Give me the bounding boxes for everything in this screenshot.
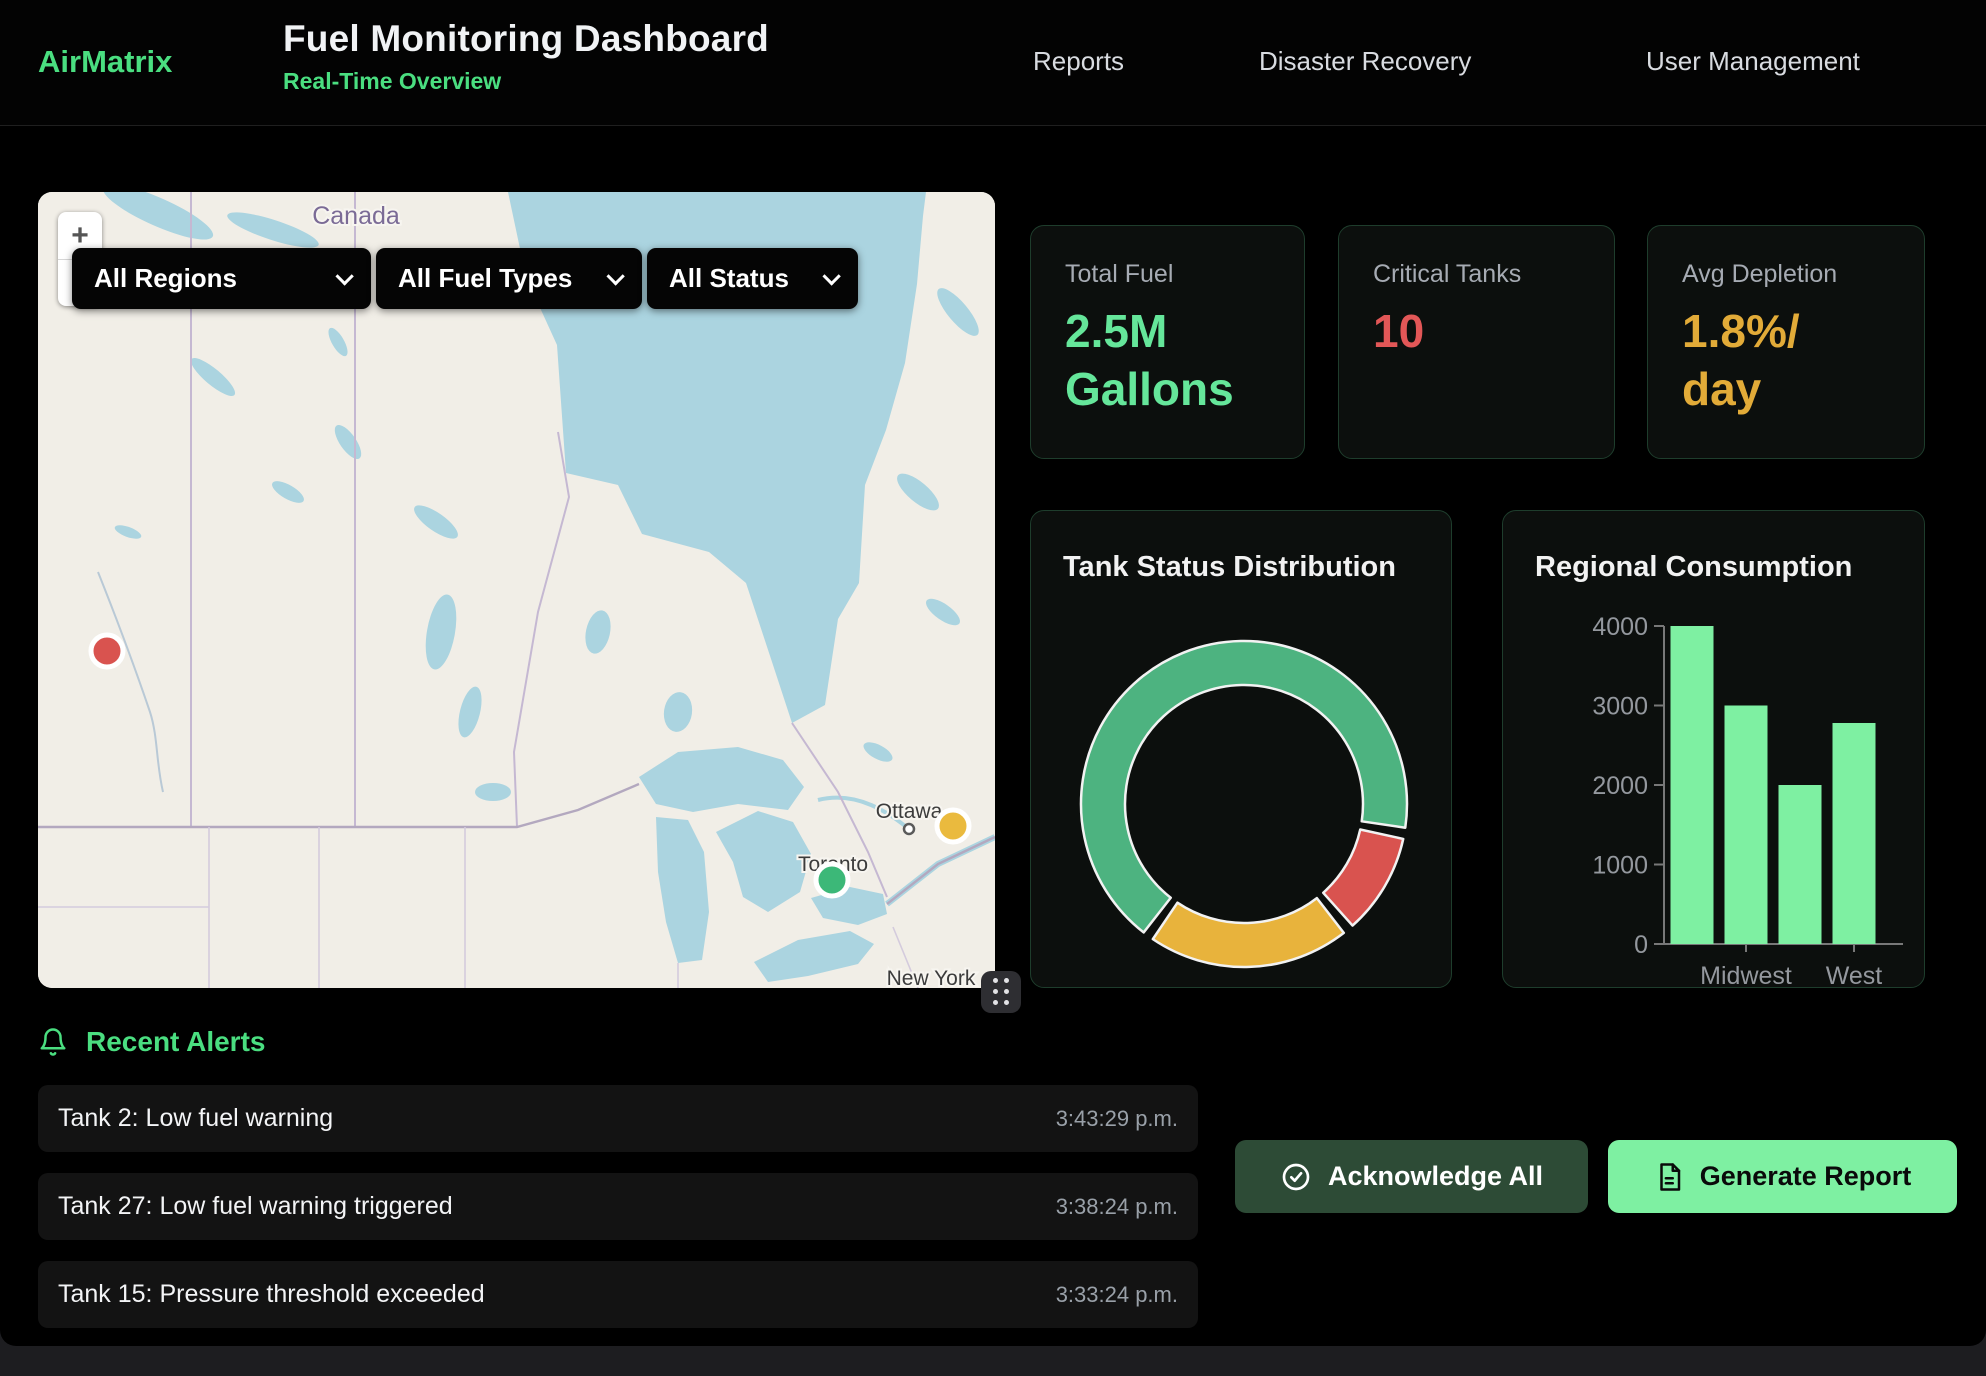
alert-row: Tank 27: Low fuel warning triggered 3:38… — [38, 1173, 1198, 1240]
page-title: Fuel Monitoring Dashboard — [283, 18, 769, 60]
stat-card-total-fuel: Total Fuel 2.5MGallons — [1030, 225, 1305, 459]
svg-text:Midwest: Midwest — [1700, 962, 1792, 989]
app-window: AirMatrix Fuel Monitoring Dashboard Real… — [0, 0, 1986, 1346]
check-circle-icon — [1280, 1161, 1312, 1193]
stat-value: 2.5MGallons — [1065, 303, 1270, 418]
stat-label: Total Fuel — [1065, 260, 1270, 289]
nav-reports[interactable]: Reports — [1033, 46, 1124, 77]
label-canada: Canada — [312, 202, 400, 230]
bar-chart-title: Regional Consumption — [1535, 551, 1852, 584]
status-filter-dropdown[interactable]: All Status — [647, 248, 858, 309]
brand-logo: AirMatrix — [38, 44, 172, 80]
region-filter-dropdown[interactable]: All Regions — [72, 248, 371, 309]
alerts-header: Recent Alerts — [38, 1026, 265, 1058]
donut-segment-warning — [1153, 898, 1344, 967]
alert-text: Tank 2: Low fuel warning — [58, 1104, 333, 1133]
bar-2 — [1779, 785, 1822, 944]
nav-disaster-recovery[interactable]: Disaster Recovery — [1259, 46, 1471, 77]
bar-chart-card: Regional Consumption 0 1000 2000 3000 4000 Mi… — [1502, 510, 1925, 988]
header: AirMatrix Fuel Monitoring Dashboard Real… — [0, 0, 1986, 126]
map[interactable]: Canada Ottawa Toronto New York + − All R… — [38, 192, 995, 988]
svg-text:4000: 4000 — [1592, 613, 1648, 641]
label-new-york: New York — [887, 967, 976, 988]
tank-marker-critical[interactable] — [91, 635, 123, 667]
resize-handle[interactable] — [981, 971, 1021, 1013]
fuel-filter-label: All Fuel Types — [398, 263, 572, 294]
donut-chart-title: Tank Status Distribution — [1063, 551, 1396, 584]
document-icon — [1654, 1161, 1684, 1193]
bar-1 — [1725, 706, 1768, 945]
tank-marker-normal[interactable] — [816, 864, 848, 896]
region-filter-label: All Regions — [94, 263, 237, 294]
svg-text:0: 0 — [1634, 931, 1648, 959]
alert-time: 3:38:24 p.m. — [1056, 1194, 1178, 1220]
ottawa-town-dot — [904, 824, 914, 834]
alert-time: 3:33:24 p.m. — [1056, 1282, 1178, 1308]
stat-label: Critical Tanks — [1373, 260, 1580, 289]
chevron-down-icon — [606, 267, 624, 285]
alert-text: Tank 15: Pressure threshold exceeded — [58, 1280, 485, 1309]
bar-0 — [1671, 626, 1714, 944]
label-ottawa: Ottawa — [876, 800, 943, 823]
status-filter-label: All Status — [669, 263, 789, 294]
generate-report-button[interactable]: Generate Report — [1608, 1140, 1957, 1213]
acknowledge-all-button[interactable]: Acknowledge All — [1235, 1140, 1588, 1213]
svg-text:2000: 2000 — [1592, 772, 1648, 800]
title-block: Fuel Monitoring Dashboard Real-Time Over… — [283, 18, 769, 95]
chevron-down-icon — [335, 267, 353, 285]
donut-segment-critical — [1323, 829, 1403, 925]
alerts-title: Recent Alerts — [86, 1026, 265, 1058]
stat-value: 10 — [1373, 303, 1580, 361]
svg-text:1000: 1000 — [1592, 852, 1648, 880]
svg-text:West: West — [1826, 962, 1883, 989]
stat-card-critical-tanks: Critical Tanks 10 — [1338, 225, 1615, 459]
page-subtitle: Real-Time Overview — [283, 68, 769, 95]
alert-row: Tank 15: Pressure threshold exceeded 3:3… — [38, 1261, 1198, 1328]
stat-value: 1.8%/day — [1682, 303, 1890, 418]
bar-3 — [1833, 723, 1876, 944]
map-canvas: Canada Ottawa Toronto New York — [38, 192, 995, 988]
acknowledge-all-label: Acknowledge All — [1328, 1161, 1543, 1192]
alert-time: 3:43:29 p.m. — [1056, 1106, 1178, 1132]
donut-chart-card: Tank Status Distribution — [1030, 510, 1452, 988]
fuel-type-filter-dropdown[interactable]: All Fuel Types — [376, 248, 642, 309]
bell-icon — [38, 1027, 68, 1057]
stat-card-avg-depletion: Avg Depletion 1.8%/day — [1647, 225, 1925, 459]
tank-marker-warning[interactable] — [937, 810, 969, 842]
chevron-down-icon — [822, 267, 840, 285]
nav-user-management[interactable]: User Management — [1646, 46, 1860, 77]
svg-text:3000: 3000 — [1592, 693, 1648, 721]
generate-report-label: Generate Report — [1700, 1161, 1912, 1192]
stat-label: Avg Depletion — [1682, 260, 1890, 289]
alert-row: Tank 2: Low fuel warning 3:43:29 p.m. — [38, 1085, 1198, 1152]
alert-text: Tank 27: Low fuel warning triggered — [58, 1192, 453, 1221]
